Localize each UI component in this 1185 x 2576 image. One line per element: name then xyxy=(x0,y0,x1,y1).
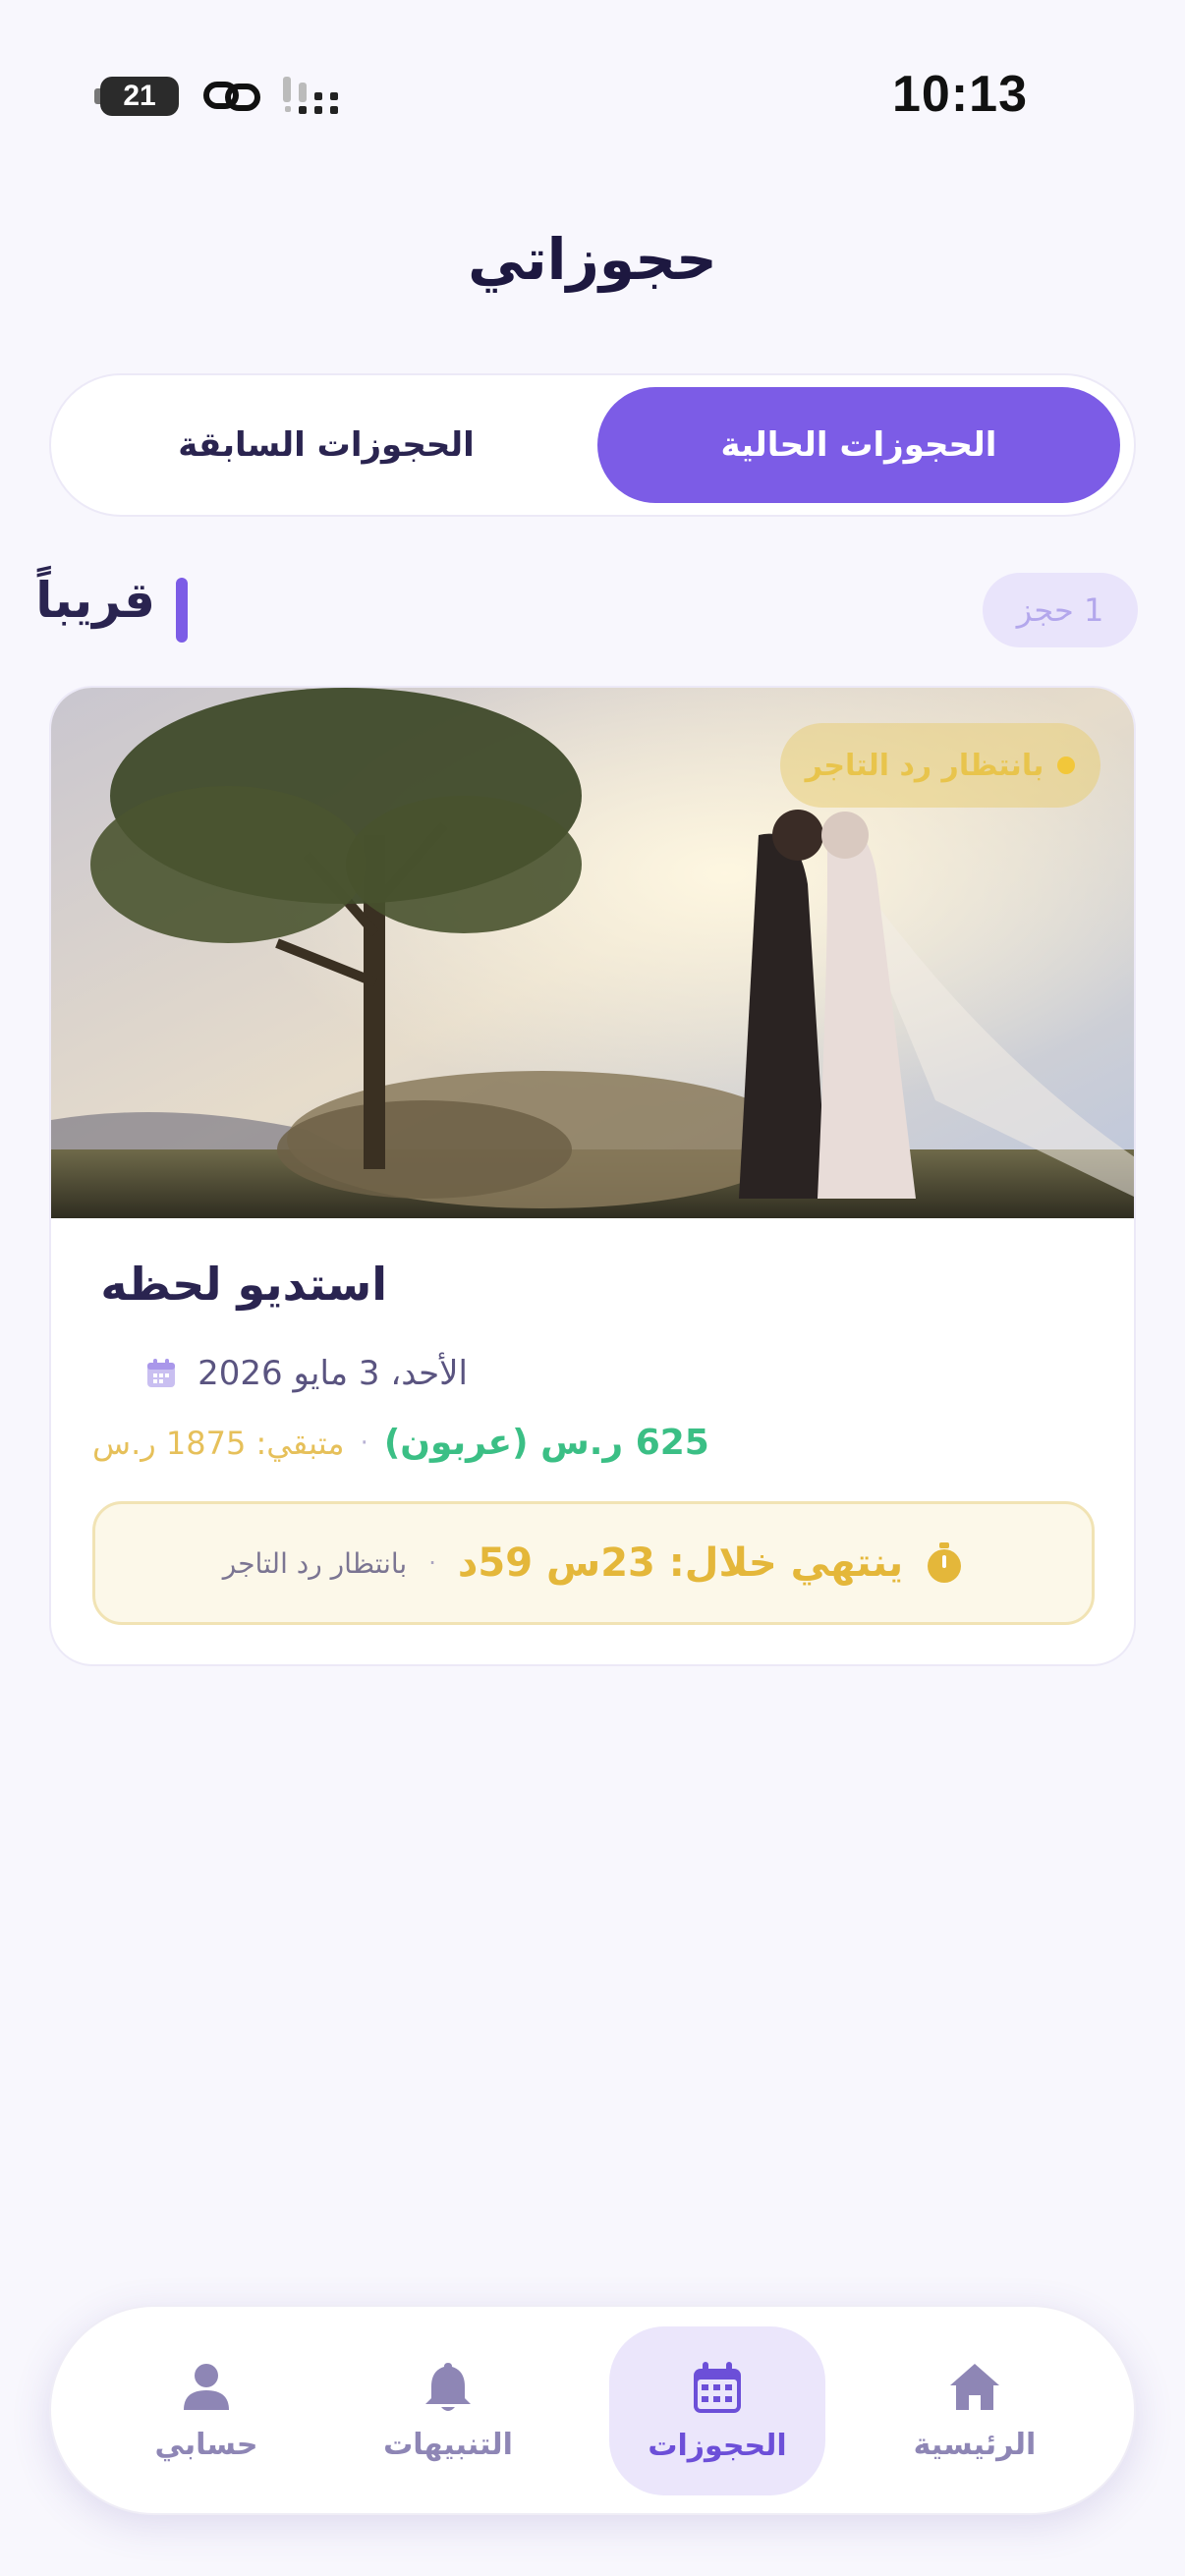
nav-notifications-label: التنبيهات xyxy=(383,2427,513,2462)
price-row: متبقي: 1875 ر.س · 625 ر.س (عربون) xyxy=(92,1423,709,1463)
booking-date: الأحد، 3 مايو 2026 xyxy=(198,1354,468,1393)
studio-name: استديو لحظه xyxy=(100,1258,387,1311)
nav-bookings-label: الحجوزات xyxy=(648,2428,787,2463)
battery-level: 21 xyxy=(123,80,156,112)
timer-separator: · xyxy=(428,1549,436,1577)
booking-date-row: الأحد، 3 مايو 2026 xyxy=(144,1354,468,1393)
link-icon xyxy=(203,82,260,111)
nav-notifications[interactable]: التنبيهات xyxy=(340,2307,556,2513)
remaining-amount: متبقي: 1875 ر.س xyxy=(92,1424,345,1462)
nav-home-label: الرئيسية xyxy=(913,2427,1037,2462)
page-title: حجوزاتي xyxy=(468,226,717,293)
price-separator: · xyxy=(360,1428,368,1458)
deposit-amount: 625 ر.س (عربون) xyxy=(383,1423,709,1463)
stopwatch-icon xyxy=(928,1542,962,1583)
status-badge: بانتظار رد التاجر xyxy=(780,723,1100,808)
status-label: بانتظار رد التاجر xyxy=(805,748,1044,783)
tab-current-bookings[interactable]: الحجوزات الحالية xyxy=(597,387,1120,503)
signal-icon xyxy=(283,77,338,114)
nav-account[interactable]: حسابي xyxy=(98,2307,314,2513)
timer-countdown: ينتهي خلال: 23س 59د xyxy=(457,1540,904,1586)
timer-note: بانتظار رد التاجر xyxy=(222,1546,408,1580)
bookings-tabs: الحجوزات الحالية الحجوزات السابقة xyxy=(49,373,1136,517)
nav-account-label: حسابي xyxy=(154,2427,258,2462)
section-title: قريباً xyxy=(35,572,155,629)
user-icon xyxy=(184,2363,229,2410)
status-dot xyxy=(1057,756,1076,774)
calendar-icon xyxy=(694,2361,741,2413)
booking-count-badge: 1 حجز xyxy=(983,573,1138,647)
booking-card[interactable]: بانتظار رد التاجر استديو لحظه الأحد، 3 م… xyxy=(49,686,1136,1666)
bell-icon xyxy=(425,2362,471,2411)
expiry-timer-box: بانتظار رد التاجر · ينتهي خلال: 23س 59د xyxy=(92,1501,1095,1625)
battery-icon: 21 xyxy=(100,77,179,116)
nav-home[interactable]: الرئيسية xyxy=(867,2307,1083,2513)
nav-bookings[interactable]: الحجوزات xyxy=(609,2326,825,2495)
bottom-nav: حسابي التنبيهات الحجوزات الرئيسية xyxy=(49,2305,1136,2515)
status-time: 10:13 xyxy=(892,66,1028,123)
section-accent-bar xyxy=(176,578,188,643)
calendar-icon xyxy=(147,1359,176,1387)
tab-past-bookings[interactable]: الحجوزات السابقة xyxy=(65,387,588,503)
home-icon xyxy=(950,2363,999,2410)
